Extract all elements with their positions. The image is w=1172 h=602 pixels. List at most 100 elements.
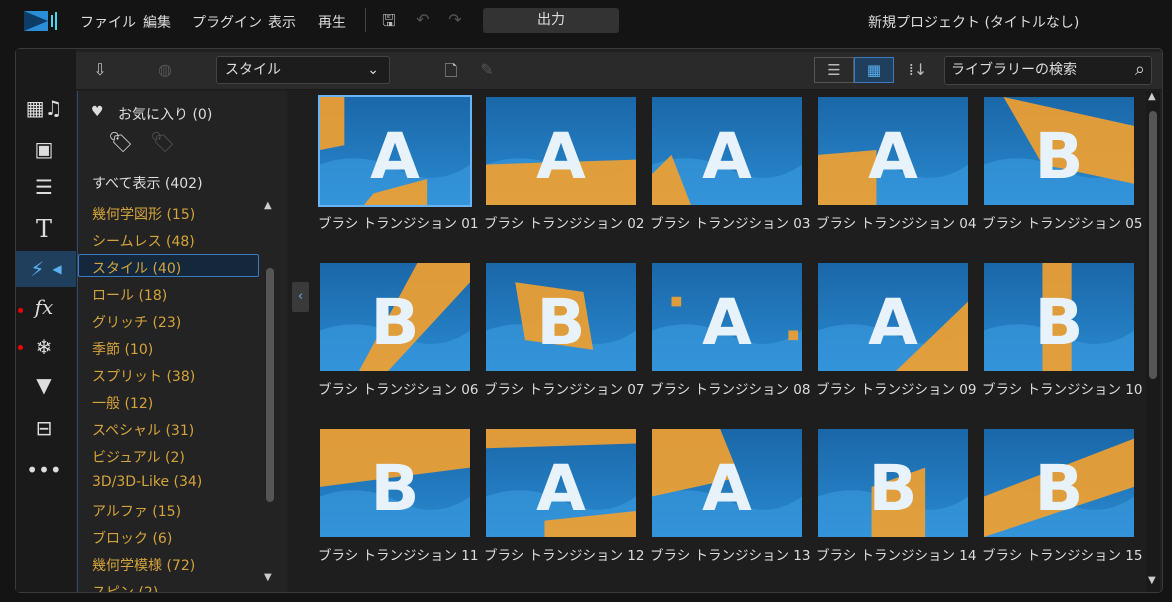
thumbnail-letter: B xyxy=(1035,286,1084,360)
category-item[interactable]: 季節 (10) xyxy=(92,339,153,359)
redo-icon[interactable]: ↷ xyxy=(444,10,466,32)
template-label: ブラシ トランジション 05 xyxy=(982,216,1143,232)
menu-file[interactable]: ファイル xyxy=(80,12,136,32)
media-room-icon[interactable]: ▦♫ xyxy=(16,90,72,126)
template-tile[interactable]: A ブラシ トランジション 12 xyxy=(484,427,645,564)
template-tile[interactable]: B ブラシ トランジション 11 xyxy=(318,427,479,564)
edit-template-icon[interactable]: ✎ xyxy=(476,60,498,82)
template-thumbnail: B xyxy=(984,263,1134,371)
template-label: ブラシ トランジション 03 xyxy=(650,216,811,232)
grid-scrollbar[interactable]: ▲ ▼ xyxy=(1146,91,1160,592)
clapper-room-icon[interactable]: ☰ xyxy=(16,169,72,205)
template-tile[interactable]: B ブラシ トランジション 05 xyxy=(982,95,1143,232)
grid-view-button[interactable]: ▦ xyxy=(854,57,894,83)
search-icon[interactable]: ⌕ xyxy=(1135,56,1145,83)
menu-play[interactable]: 再生 xyxy=(318,12,346,32)
scroll-thumb[interactable] xyxy=(266,268,274,502)
category-item[interactable]: 一般 (12) xyxy=(92,393,153,413)
effects-room-icon[interactable]: ▼ xyxy=(16,367,72,403)
category-item[interactable]: ロール (18) xyxy=(92,285,167,305)
transition-room-icon[interactable]: ⚡ ◀ xyxy=(16,251,76,287)
list-view-button[interactable]: ☰ xyxy=(814,57,854,83)
thumbnail-letter: B xyxy=(1035,452,1084,526)
template-tile[interactable]: B ブラシ トランジション 07 xyxy=(484,261,645,398)
category-item[interactable]: 3D/3D-Like (34) xyxy=(92,474,202,490)
remove-tag-icon[interactable]: 🏷 xyxy=(150,130,175,154)
output-button[interactable]: 出力 xyxy=(483,8,619,33)
category-item[interactable]: スプリット (38) xyxy=(92,366,195,386)
category-item[interactable]: アルファ (15) xyxy=(92,501,181,521)
more-icon[interactable]: ••• xyxy=(16,452,72,488)
category-item[interactable]: スペシャル (31) xyxy=(92,420,194,440)
template-thumbnail: A xyxy=(652,429,802,537)
panel-divider[interactable] xyxy=(288,91,316,592)
new-template-icon[interactable]: 🗋 xyxy=(440,60,462,82)
template-thumbnail: B xyxy=(486,263,636,371)
template-thumbnail: A xyxy=(652,97,802,205)
template-label: ブラシ トランジション 02 xyxy=(484,216,645,232)
template-tile[interactable]: A ブラシ トランジション 13 xyxy=(650,427,811,564)
favorites-item[interactable]: お気に入り (0) xyxy=(118,104,212,124)
template-tile[interactable]: A ブラシ トランジション 08 xyxy=(650,261,811,398)
scroll-up-icon[interactable]: ▲ xyxy=(1148,91,1156,102)
template-thumbnail: B xyxy=(984,429,1134,537)
category-item[interactable]: スピン (2) xyxy=(92,582,158,592)
category-item[interactable]: ブロック (6) xyxy=(92,528,172,548)
video-room-icon[interactable]: ▣ xyxy=(16,131,72,167)
undo-icon[interactable]: ↶ xyxy=(412,10,434,32)
template-label: ブラシ トランジション 06 xyxy=(318,382,479,398)
category-item[interactable]: 幾何学図形 (15) xyxy=(92,204,195,224)
category-item[interactable]: グリッチ (23) xyxy=(92,312,181,332)
search-input[interactable]: ライブラリーの検索 ⌕ xyxy=(944,56,1152,85)
menu-view[interactable]: 表示 xyxy=(268,12,296,32)
template-label: ブラシ トランジション 09 xyxy=(816,382,977,398)
fx-room-icon[interactable]: fx xyxy=(16,289,72,325)
category-item[interactable]: 幾何学模様 (72) xyxy=(92,555,195,575)
template-tile[interactable]: A ブラシ トランジション 02 xyxy=(484,95,645,232)
template-thumbnail: B xyxy=(320,429,470,537)
divider xyxy=(365,8,366,32)
add-tag-icon[interactable]: 🏷 xyxy=(108,130,133,154)
download-globe-icon[interactable]: ◍ xyxy=(154,60,176,82)
menu-edit[interactable]: 編集 xyxy=(143,12,171,32)
subtitle-room-icon[interactable]: ⊟ xyxy=(16,410,72,446)
category-scrollbar[interactable]: ▲ ▼ xyxy=(264,200,276,586)
template-label: ブラシ トランジション 08 xyxy=(650,382,811,398)
show-all-item[interactable]: すべて表示 (402) xyxy=(92,173,203,193)
thumbnail-letter: A xyxy=(702,286,752,360)
category-item[interactable]: シームレス (48) xyxy=(92,231,195,251)
category-item[interactable]: スタイル (40) xyxy=(92,258,181,278)
thumbnail-letter: B xyxy=(537,286,586,360)
sort-icon[interactable]: ⁞↓ xyxy=(907,60,929,82)
template-tile[interactable]: B ブラシ トランジション 15 xyxy=(982,427,1143,564)
template-thumbnail: B xyxy=(320,263,470,371)
heart-icon: ♥ xyxy=(91,104,104,120)
menu-plugin[interactable]: プラグイン xyxy=(192,12,262,32)
thumbnail-letter: A xyxy=(868,120,918,194)
category-item[interactable]: ビジュアル (2) xyxy=(92,447,185,467)
collapse-panel-button[interactable]: ‹ xyxy=(292,282,309,312)
template-tile[interactable]: A ブラシ トランジション 03 xyxy=(650,95,811,232)
scroll-down-icon[interactable]: ▼ xyxy=(1148,575,1156,586)
template-tile[interactable]: B ブラシ トランジション 14 xyxy=(816,427,977,564)
template-thumbnail: A xyxy=(818,97,968,205)
save-icon[interactable]: 🖫 xyxy=(378,10,400,32)
thumbnail-letter: B xyxy=(1035,120,1084,194)
import-icon[interactable]: ⇩ xyxy=(89,60,111,82)
template-label: ブラシ トランジション 01 xyxy=(318,216,479,232)
template-tile[interactable]: A ブラシ トランジション 04 xyxy=(816,95,977,232)
scroll-down-icon[interactable]: ▼ xyxy=(264,572,272,583)
template-tile[interactable]: B ブラシ トランジション 10 xyxy=(982,261,1143,398)
category-select[interactable]: スタイル ⌄ xyxy=(216,56,390,84)
template-label: ブラシ トランジション 12 xyxy=(484,548,645,564)
thumbnail-letter: B xyxy=(371,286,420,360)
template-tile[interactable]: B ブラシ トランジション 06 xyxy=(318,261,479,398)
title-room-icon[interactable]: T xyxy=(16,211,72,247)
scroll-thumb[interactable] xyxy=(1149,111,1157,379)
thumbnail-letter: A xyxy=(536,452,586,526)
template-tile[interactable]: A ブラシ トランジション 01 xyxy=(318,95,479,232)
template-label: ブラシ トランジション 15 xyxy=(982,548,1143,564)
particle-room-icon[interactable]: ❄ xyxy=(16,329,72,365)
template-tile[interactable]: A ブラシ トランジション 09 xyxy=(816,261,977,398)
scroll-up-icon[interactable]: ▲ xyxy=(264,200,272,211)
